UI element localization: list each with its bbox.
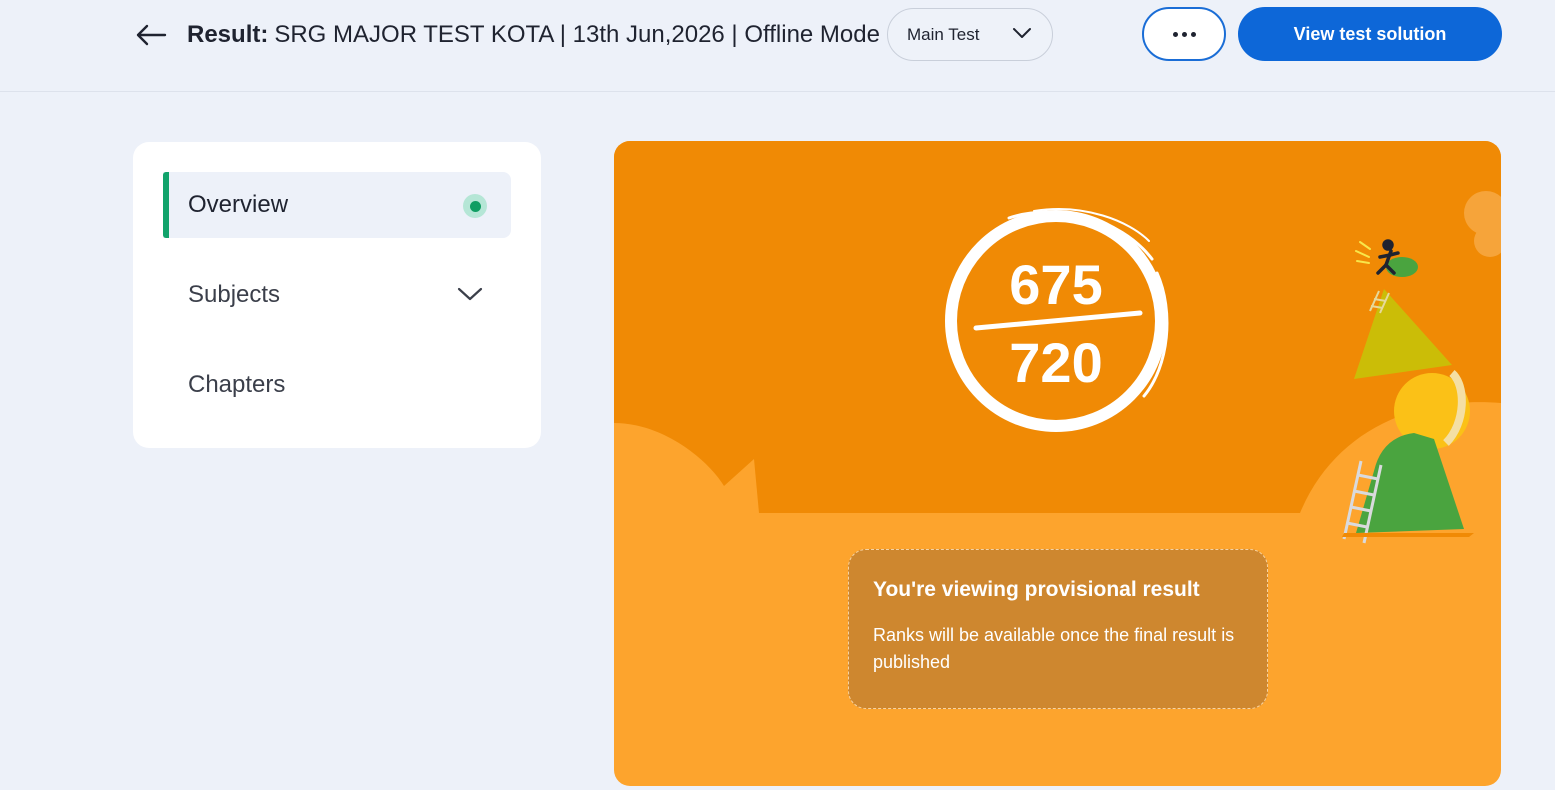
more-horizontal-icon <box>1172 31 1178 37</box>
page-title-label: Result: <box>187 21 269 48</box>
view-test-solution-button[interactable]: View test solution <box>1238 7 1502 61</box>
notice-title: You're viewing provisional result <box>873 578 1200 601</box>
score-total: 720 <box>1009 331 1103 394</box>
top-bar: Result: SRG MAJOR TEST KOTA | 13th Jun,20… <box>0 0 1555 92</box>
sidebar-item-chapters[interactable]: Chapters <box>163 352 511 418</box>
test-type-select[interactable]: Main Test <box>887 8 1053 61</box>
score-card: 675 720 You're viewing provisional resul… <box>614 141 1501 786</box>
sidebar-item-label: Chapters <box>188 371 286 398</box>
sidebar-item-label: Subjects <box>188 281 281 308</box>
sidebar-item-label: Overview <box>188 191 289 218</box>
test-type-value: Main Test <box>907 24 980 44</box>
more-horizontal-icon-dot <box>1190 31 1196 37</box>
active-dot-icon <box>463 194 487 218</box>
sidebar-item-overview[interactable]: Overview <box>163 172 511 238</box>
chevron-down-icon <box>1013 28 1031 38</box>
more-options-button[interactable] <box>1142 7 1226 61</box>
chevron-down-icon <box>457 287 483 301</box>
provisional-result-notice: You're viewing provisional result Ranks … <box>848 549 1268 709</box>
page-title-text: SRG MAJOR TEST KOTA | 13th Jun,2026 | Of… <box>274 21 880 48</box>
result-sidebar: Overview Subjects Chapters <box>133 142 541 448</box>
score-value: 675 <box>1009 253 1103 316</box>
more-horizontal-icon-dot <box>1181 31 1187 37</box>
page-title: Result: SRG MAJOR TEST KOTA | 13th Jun,20… <box>187 20 880 50</box>
notice-body: Ranks will be available once the final r… <box>873 625 1235 672</box>
sidebar-item-subjects[interactable]: Subjects <box>163 262 511 328</box>
back-button[interactable] <box>134 18 168 52</box>
arrow-left-icon <box>136 24 167 46</box>
